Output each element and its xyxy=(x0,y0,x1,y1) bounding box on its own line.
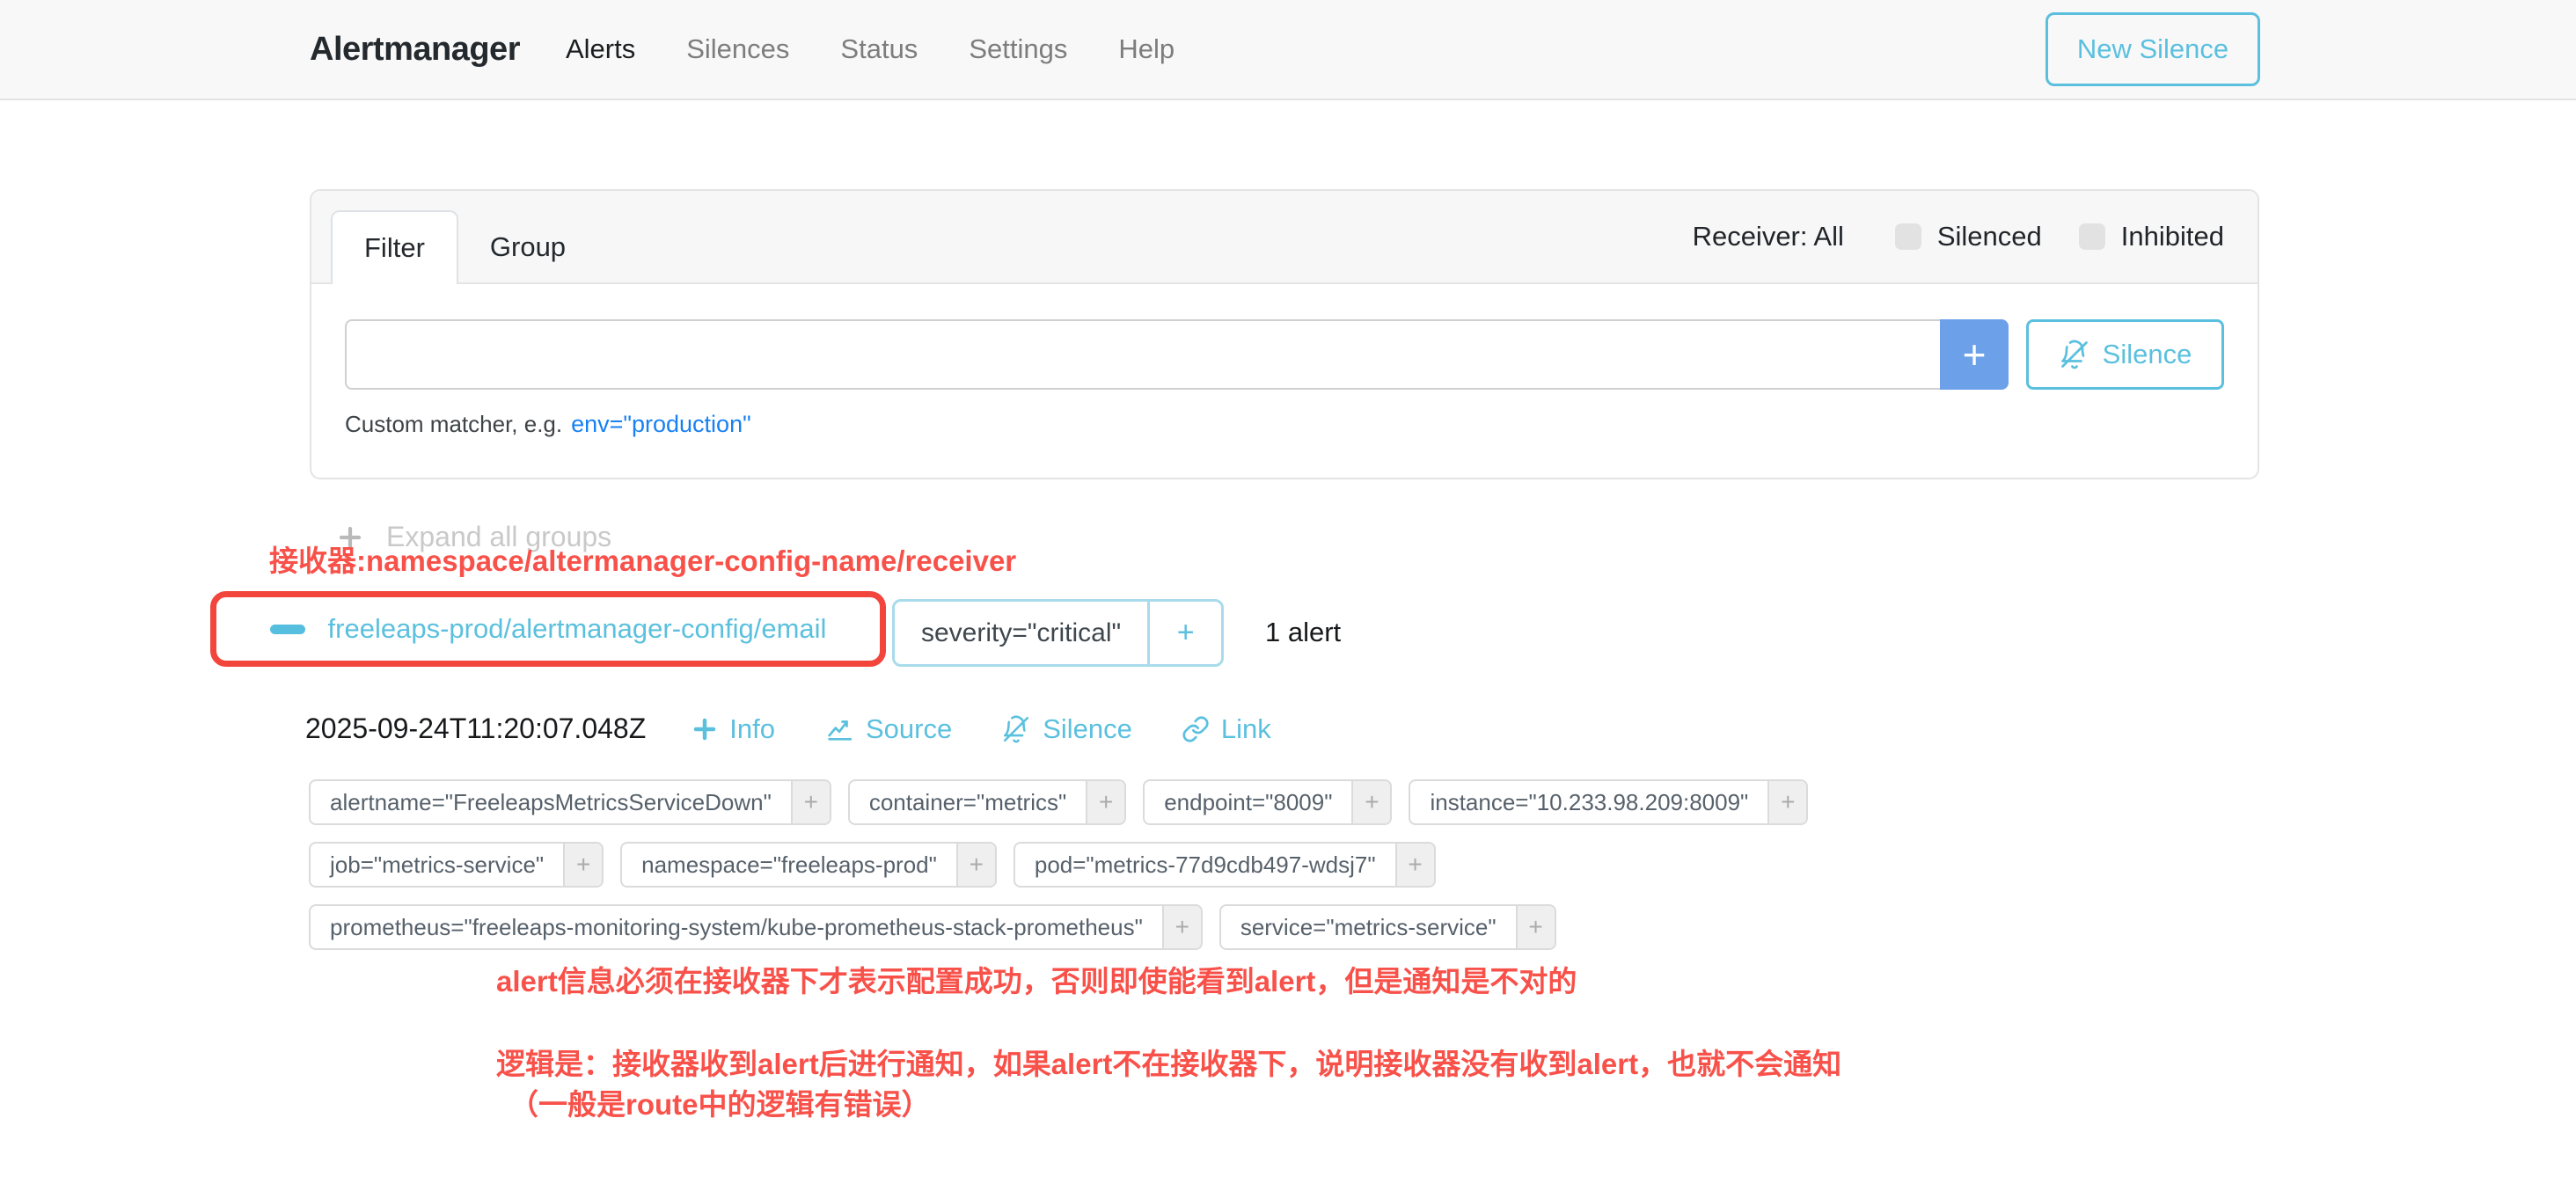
label-chip-container: container="metrics" + xyxy=(848,779,1126,825)
link-button[interactable]: Link xyxy=(1182,713,1271,745)
info-button-label: Info xyxy=(729,713,775,745)
alert-labels-row: job="metrics-service" + namespace="freel… xyxy=(309,842,1436,888)
source-button[interactable]: Source xyxy=(824,713,952,745)
nav-item-help[interactable]: Help xyxy=(1118,33,1175,65)
label-add-button[interactable]: + xyxy=(1351,781,1390,823)
label-chip-text[interactable]: instance="10.233.98.209:8009" xyxy=(1410,781,1767,823)
minus-icon xyxy=(270,625,305,634)
add-matcher-button[interactable]: + xyxy=(1940,319,2009,390)
nav-item-status[interactable]: Status xyxy=(840,33,918,65)
label-chip-pod: pod="metrics-77d9cdb497-wdsj7" + xyxy=(1014,842,1436,888)
alert-header: 2025-09-24T11:20:07.048Z Info Source xyxy=(305,713,1321,745)
label-chip-text[interactable]: endpoint="8009" xyxy=(1145,781,1351,823)
silenced-checkbox[interactable] xyxy=(1895,223,1921,250)
alertmanager-page: Alertmanager Alerts Silences Status Sett… xyxy=(0,0,2576,1184)
nav-item-settings[interactable]: Settings xyxy=(969,33,1067,65)
filter-panel-body: + Silence Custom matcher, e.g.env="p xyxy=(311,284,2258,438)
alert-timestamp: 2025-09-24T11:20:07.048Z xyxy=(305,713,646,745)
annotation-logic-note-2: （一般是route中的逻辑有错误） xyxy=(509,1087,931,1122)
receiver-group-link[interactable]: freeleaps-prod/alertmanager-config/email xyxy=(328,613,827,645)
link-button-label: Link xyxy=(1221,713,1271,745)
label-add-button[interactable]: + xyxy=(1767,781,1806,823)
label-chip-instance: instance="10.233.98.209:8009" + xyxy=(1409,779,1808,825)
label-chip-text[interactable]: namespace="freeleaps-prod" xyxy=(622,844,956,886)
nav-item-alerts[interactable]: Alerts xyxy=(566,33,635,65)
group-matcher: severity="critical" + xyxy=(892,599,1224,667)
alert-labels-row: prometheus="freeleaps-monitoring-system/… xyxy=(309,904,1556,950)
label-chip-prometheus: prometheus="freeleaps-monitoring-system/… xyxy=(309,904,1203,950)
source-button-label: Source xyxy=(866,713,952,745)
label-chip-alertname: alertname="FreeleapsMetricsServiceDown" … xyxy=(309,779,831,825)
label-add-button[interactable]: + xyxy=(791,781,830,823)
chart-line-icon xyxy=(824,714,854,744)
info-button[interactable]: Info xyxy=(692,713,775,745)
label-add-button[interactable]: + xyxy=(563,844,602,886)
brand-link[interactable]: Alertmanager xyxy=(310,31,520,69)
silence-button-label: Silence xyxy=(2103,339,2192,370)
group-matcher-add-button[interactable]: + xyxy=(1147,602,1221,664)
label-add-button[interactable]: + xyxy=(1162,906,1201,948)
annotation-config-note: alert信息必须在接收器下才表示配置成功，否则即使能看到alert，但是通知是… xyxy=(496,964,1577,999)
alert-silence-button-label: Silence xyxy=(1043,713,1132,745)
navbar: Alertmanager Alerts Silences Status Sett… xyxy=(0,0,2576,100)
receiver-highlight-box: freeleaps-prod/alertmanager-config/email xyxy=(210,591,886,667)
label-chip-namespace: namespace="freeleaps-prod" + xyxy=(620,842,997,888)
silence-button[interactable]: Silence xyxy=(2026,319,2224,390)
label-chip-service: service="metrics-service" + xyxy=(1219,904,1556,950)
group-matcher-label[interactable]: severity="critical" xyxy=(895,602,1147,664)
label-add-button[interactable]: + xyxy=(956,844,995,886)
alert-labels-row: alertname="FreeleapsMetricsServiceDown" … xyxy=(309,779,1808,825)
new-silence-button[interactable]: New Silence xyxy=(2045,12,2260,86)
filter-panel: Filter Group Receiver: All Silenced Inhi… xyxy=(310,189,2259,479)
label-chip-text[interactable]: container="metrics" xyxy=(850,781,1086,823)
receiver-filter[interactable]: Receiver: All xyxy=(1693,221,1844,252)
label-chip-job: job="metrics-service" + xyxy=(309,842,604,888)
label-add-button[interactable]: + xyxy=(1516,906,1555,948)
bell-slash-icon xyxy=(1001,714,1031,744)
inhibited-label: Inhibited xyxy=(2121,221,2224,252)
inhibited-checkbox[interactable] xyxy=(2079,223,2105,250)
silenced-label: Silenced xyxy=(1937,221,2042,252)
label-chip-text[interactable]: alertname="FreeleapsMetricsServiceDown" xyxy=(311,781,791,823)
matcher-example-link[interactable]: env="production" xyxy=(571,411,751,437)
filter-tabs: Filter Group xyxy=(331,210,597,284)
label-chip-text[interactable]: service="metrics-service" xyxy=(1221,906,1516,948)
alert-silence-button[interactable]: Silence xyxy=(1001,713,1132,745)
tab-filter[interactable]: Filter xyxy=(331,210,458,284)
nav-item-silences[interactable]: Silences xyxy=(686,33,789,65)
matcher-input[interactable] xyxy=(345,319,1942,390)
bell-slash-icon xyxy=(2059,339,2090,370)
label-add-button[interactable]: + xyxy=(1086,781,1124,823)
matcher-hint: Custom matcher, e.g. env="production" xyxy=(345,411,2224,438)
tab-group[interactable]: Group xyxy=(458,210,597,284)
filter-header-controls: Receiver: All Silenced Inhibited xyxy=(1693,191,2224,282)
filter-panel-header: Filter Group Receiver: All Silenced Inhi… xyxy=(311,191,2258,284)
label-chip-text[interactable]: prometheus="freeleaps-monitoring-system/… xyxy=(311,906,1162,948)
annotation-logic-note-1: 逻辑是：接收器收到alert后进行通知，如果alert不在接收器下，说明接收器没… xyxy=(496,1047,1841,1082)
annotation-receiver-note: 接收器:namespace/altermanager-config-name/r… xyxy=(269,544,1016,579)
plus-icon xyxy=(692,716,718,742)
nav-links: Alerts Silences Status Settings Help xyxy=(566,33,1175,65)
alert-count: 1 alert xyxy=(1265,615,1341,650)
label-chip-text[interactable]: job="metrics-service" xyxy=(311,844,563,886)
label-chip-text[interactable]: pod="metrics-77d9cdb497-wdsj7" xyxy=(1015,844,1395,886)
link-icon xyxy=(1182,715,1210,743)
label-chip-endpoint: endpoint="8009" + xyxy=(1143,779,1392,825)
matcher-hint-text: Custom matcher, e.g. xyxy=(345,411,562,437)
label-add-button[interactable]: + xyxy=(1395,844,1434,886)
matcher-row: + Silence xyxy=(345,319,2224,390)
